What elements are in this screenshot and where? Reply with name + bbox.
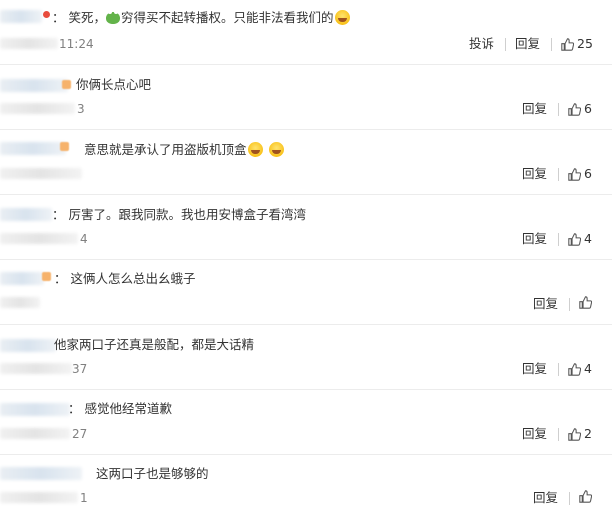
comment-row: 这两口子也是够够的 1 回复 <box>0 455 612 515</box>
thumbs-up-icon <box>568 427 581 441</box>
reply-button[interactable]: 回复 <box>533 490 558 506</box>
report-button[interactable]: 投诉 <box>469 36 494 52</box>
time-blurred <box>0 233 78 244</box>
comment-row: ： 厉害了。跟我同款。我也用安博盒子看湾湾 4 回复 4 <box>0 195 612 260</box>
thumbs-up-icon <box>568 167 581 181</box>
like-button[interactable]: 6 <box>568 101 592 117</box>
username-blurred[interactable] <box>0 403 70 416</box>
user-badge-icon <box>62 80 71 89</box>
thumbs-up-icon <box>568 362 581 376</box>
comment-text: 这两口子也是够够的 <box>96 466 209 481</box>
user-badge-icon <box>42 272 51 281</box>
user-badge-icon <box>60 142 69 151</box>
time-blurred <box>0 492 78 503</box>
thumbs-up-icon <box>579 296 592 309</box>
comment-time: 1 <box>80 491 88 505</box>
username-blurred[interactable] <box>0 272 44 285</box>
thumbs-up-icon <box>568 102 581 116</box>
reply-button[interactable]: 回复 <box>522 426 547 442</box>
like-count: 6 <box>584 101 592 116</box>
comment-time: 4 <box>80 232 88 246</box>
like-button[interactable]: 25 <box>561 36 593 52</box>
like-button[interactable]: 4 <box>568 231 592 247</box>
comment-row: 你俩长点心吧 3 回复 6 <box>0 65 612 130</box>
divider <box>558 103 559 116</box>
like-button[interactable] <box>579 296 595 309</box>
username-blurred[interactable] <box>0 142 66 155</box>
comment-text: ： 这俩人怎么总出幺蛾子 <box>54 271 196 286</box>
username-blurred[interactable] <box>0 208 52 221</box>
comment-text: ： 厉害了。跟我同款。我也用安博盒子看湾湾 <box>52 207 306 222</box>
like-count: 6 <box>584 166 592 181</box>
reply-button[interactable]: 回复 <box>522 231 547 247</box>
reply-button[interactable]: 回复 <box>522 101 547 117</box>
time-blurred <box>0 297 40 308</box>
like-button[interactable]: 6 <box>568 166 592 182</box>
reply-button[interactable]: 回复 <box>522 361 547 377</box>
divider <box>569 492 570 505</box>
laughing-tears-emoji-icon <box>334 10 350 25</box>
reply-button[interactable]: 回复 <box>522 166 547 182</box>
divider <box>558 168 559 181</box>
thumbs-up-icon <box>568 232 581 246</box>
comment-time: 11:24 <box>59 37 94 51</box>
divider <box>558 233 559 246</box>
time-blurred <box>0 428 70 439</box>
comment-row: 他家两口子还真是般配，都是大话精 37 回复 4 <box>0 325 612 390</box>
reply-button[interactable]: 回复 <box>533 296 558 312</box>
divider <box>558 428 559 441</box>
comment-text: ： 笑死， 穷得买不起转播权。只能非法看我们的 <box>52 10 351 26</box>
time-blurred <box>0 103 75 114</box>
frog-emoji-icon <box>105 10 120 24</box>
username-blurred[interactable] <box>0 79 68 92</box>
like-button[interactable] <box>579 490 595 503</box>
user-badge-icon <box>43 11 50 18</box>
comment-row: 意思就是承认了用盗版机顶盒 回复 6 <box>0 130 612 195</box>
like-count: 25 <box>577 36 593 51</box>
thumbs-up-icon <box>561 37 574 51</box>
comment-time: 27 <box>72 427 88 441</box>
thumbs-up-icon <box>579 490 592 503</box>
username-blurred[interactable] <box>0 10 42 23</box>
divider <box>569 298 570 311</box>
divider <box>505 38 506 51</box>
like-count: 4 <box>584 231 592 246</box>
like-count: 2 <box>584 426 592 441</box>
reply-button[interactable]: 回复 <box>515 36 540 52</box>
comment-text: 他家两口子还真是般配，都是大话精 <box>54 337 255 352</box>
comment-text: 意思就是承认了用盗版机顶盒 <box>84 142 285 158</box>
time-blurred <box>0 363 72 374</box>
comment-time: 3 <box>77 102 85 116</box>
username-blurred[interactable] <box>0 339 56 352</box>
like-button[interactable]: 4 <box>568 361 592 377</box>
like-button[interactable]: 2 <box>568 426 592 442</box>
comment-row: ： 笑死， 穷得买不起转播权。只能非法看我们的 11:24 投诉 回复 25 <box>0 0 612 65</box>
laughing-tears-emoji-icon <box>268 142 284 157</box>
laughing-tears-emoji-icon <box>247 142 263 157</box>
comment-row: ： 感觉他经常道歉 27 回复 2 <box>0 390 612 455</box>
comment-row: ： 这俩人怎么总出幺蛾子 回复 <box>0 260 612 325</box>
time-blurred <box>0 168 82 179</box>
divider <box>558 363 559 376</box>
divider <box>551 38 552 51</box>
like-count: 4 <box>584 361 592 376</box>
comment-text: ： 感觉他经常道歉 <box>68 401 172 416</box>
username-blurred[interactable] <box>0 467 82 480</box>
time-blurred <box>0 38 58 49</box>
comment-text: 你俩长点心吧 <box>76 77 152 92</box>
comment-time: 37 <box>72 362 88 376</box>
